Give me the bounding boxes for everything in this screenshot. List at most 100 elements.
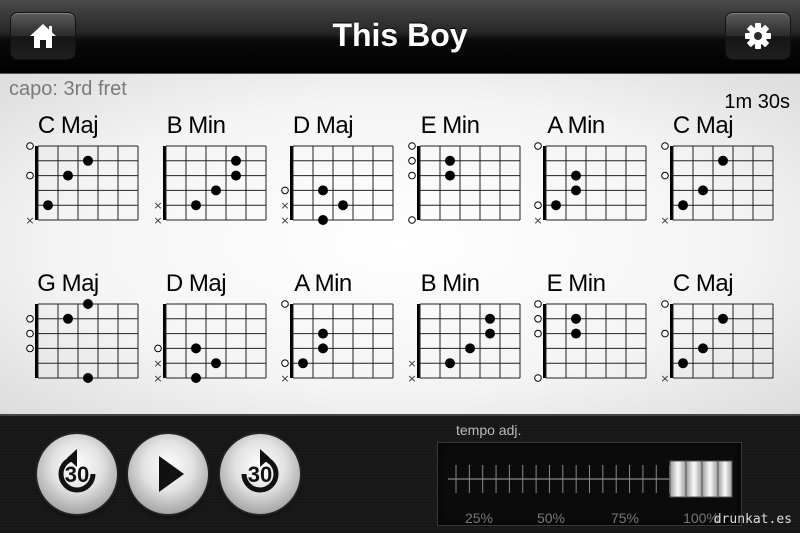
chord-name: C Maj	[37, 112, 99, 139]
finger-dot	[551, 200, 561, 211]
chord-name: E Min	[420, 112, 480, 139]
open-string-marker	[26, 315, 34, 323]
finger-dot	[211, 358, 221, 369]
finger-dot	[698, 343, 708, 354]
finger-dot	[338, 200, 348, 211]
muted-string-marker: ×	[25, 214, 34, 227]
finger-dot	[318, 343, 328, 354]
chord-diagram: × C Maj	[22, 112, 142, 262]
finger-dot	[83, 299, 93, 309]
finger-dot	[485, 328, 495, 339]
forward-30-button[interactable]: 30	[220, 434, 300, 514]
duration-label: 1m 30s	[724, 91, 790, 113]
chord-diagram: × × B Min	[404, 270, 524, 420]
play-button[interactable]	[128, 434, 208, 514]
player-controls: 30 30 tempo adj. 25% 50% 75% 100% drunkat.e…	[0, 414, 800, 533]
finger-dot	[231, 170, 241, 181]
chord-diagram: × × B Min	[150, 112, 270, 262]
finger-dot	[191, 373, 201, 383]
finger-dot	[318, 215, 328, 225]
chord-name: A Min	[294, 270, 352, 297]
home-icon	[30, 24, 56, 48]
open-string-marker	[26, 171, 34, 180]
chord-name: G Maj	[37, 270, 99, 297]
tempo-knob	[669, 460, 733, 498]
header-bar: This Boy	[0, 0, 800, 74]
finger-dot	[571, 313, 581, 324]
open-string-marker	[408, 216, 416, 224]
open-string-marker	[534, 201, 542, 209]
finger-dot	[63, 170, 73, 181]
chord-name: C Maj	[672, 270, 734, 297]
open-string-marker	[281, 359, 289, 367]
chord-diagram: × × D Maj	[277, 112, 397, 262]
finger-dot	[445, 155, 455, 166]
chord-diagram: × A Min	[277, 270, 397, 420]
chord-name: C Maj	[672, 112, 734, 139]
chord-name: B Min	[420, 270, 480, 297]
chord-diagram: × C Maj	[657, 270, 777, 420]
finger-dot	[571, 328, 581, 339]
open-string-marker	[661, 329, 669, 338]
open-string-marker	[661, 142, 669, 150]
finger-dot	[211, 185, 221, 196]
muted-string-marker: ×	[153, 199, 162, 212]
chord-diagram: × C Maj	[657, 112, 777, 262]
tempo-knob-segment	[701, 460, 719, 498]
open-string-marker	[534, 300, 542, 308]
finger-dot	[465, 343, 475, 354]
open-string-marker	[26, 344, 34, 353]
tempo-knob-segment	[685, 460, 703, 498]
chord-diagram: E Min	[404, 112, 524, 262]
tempo-knob-segment	[669, 460, 687, 498]
finger-dot	[63, 313, 73, 324]
watermark: drunkat.es	[713, 512, 792, 527]
finger-dot	[571, 170, 581, 181]
open-string-marker	[534, 329, 542, 338]
open-string-marker	[661, 300, 669, 308]
open-string-marker	[408, 157, 416, 165]
finger-dot	[191, 200, 201, 211]
chord-name: E Min	[546, 270, 606, 297]
finger-dot	[318, 185, 328, 196]
muted-string-marker: ×	[280, 199, 289, 212]
tempo-tick-label: 75%	[610, 510, 640, 526]
rewind-30-icon: 30	[58, 449, 96, 493]
chord-name: A Min	[547, 112, 605, 139]
open-string-marker	[408, 142, 416, 150]
finger-dot	[43, 200, 53, 211]
rewind-30-button[interactable]: 30	[37, 434, 117, 514]
finger-dot	[191, 343, 201, 354]
chord-diagram: E Min	[530, 270, 650, 420]
tempo-label: tempo adj.	[456, 422, 522, 438]
rewind-30-label: 30	[65, 462, 89, 487]
muted-string-marker: ×	[280, 372, 289, 385]
muted-string-marker: ×	[407, 357, 416, 370]
open-string-marker	[408, 171, 416, 180]
tempo-tick-label: 25%	[464, 510, 494, 526]
open-string-marker	[281, 300, 289, 308]
tempo-tick-label: 50%	[536, 510, 566, 526]
finger-dot	[445, 170, 455, 181]
finger-dot	[485, 313, 495, 324]
settings-button[interactable]	[725, 12, 791, 60]
muted-string-marker: ×	[660, 214, 669, 227]
open-string-marker	[26, 329, 34, 338]
muted-string-marker: ×	[153, 372, 162, 385]
muted-string-marker: ×	[280, 214, 289, 227]
open-string-marker	[534, 142, 542, 150]
finger-dot	[83, 373, 93, 383]
muted-string-marker: ×	[407, 372, 416, 385]
play-icon	[159, 456, 184, 492]
muted-string-marker: ×	[660, 372, 669, 385]
home-button[interactable]	[10, 12, 76, 60]
chord-diagram: × A Min	[530, 112, 650, 262]
forward-30-label: 30	[248, 462, 272, 487]
open-string-marker	[154, 344, 162, 353]
finger-dot	[698, 185, 708, 196]
chord-diagram: × × D Maj	[150, 270, 270, 420]
finger-dot	[298, 358, 308, 369]
finger-dot	[718, 313, 728, 324]
chord-diagram: G Maj	[22, 270, 142, 420]
finger-dot	[718, 155, 728, 166]
